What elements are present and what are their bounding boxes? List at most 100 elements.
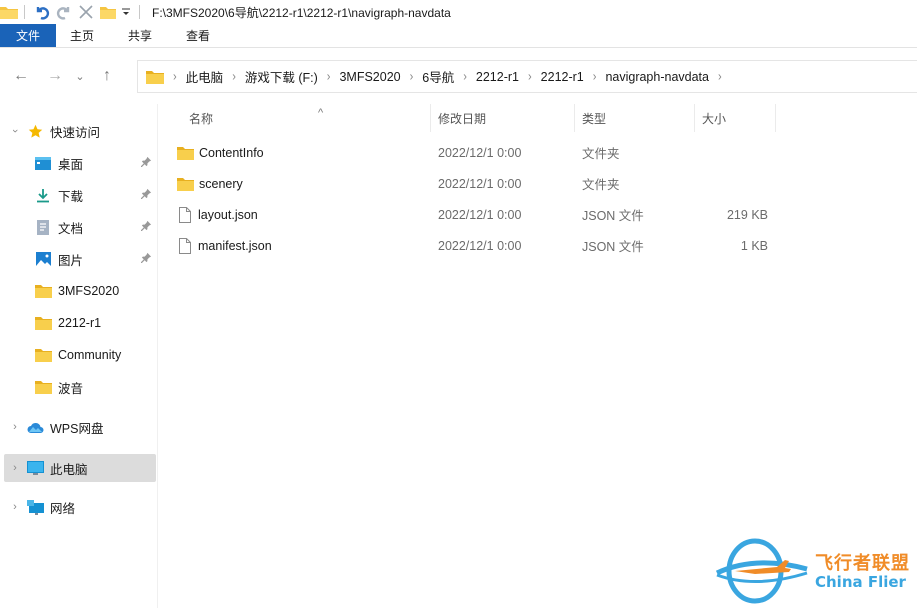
sidebar-item-documents[interactable]: 文档 [4,213,156,241]
ribbon-tabs: 文件 主页 共享 查看 [0,24,917,48]
sidebar-item-desktop[interactable]: 桌面 [4,149,156,177]
file-name[interactable]: ContentInfo [177,137,427,168]
breadcrumb-2212-r1[interactable]: 2212-r1 [472,70,523,84]
tab-share[interactable]: 共享 [111,24,169,47]
column-header-name[interactable]: 名称 ^ [175,104,431,132]
watermark-en-text: China Flier [815,573,906,591]
download-icon [34,187,52,203]
network-icon [26,499,44,515]
sidebar-item-community[interactable]: Community [4,341,156,369]
breadcrumb-navigraph-navdata[interactable]: navigraph-navdata [601,70,713,84]
recent-locations-button[interactable]: ⌄ [70,61,90,91]
column-divider[interactable] [775,104,776,132]
separator [24,5,25,19]
file-modified: 2022/12/1 0:00 [438,176,522,191]
delete-icon[interactable] [75,2,97,22]
breadcrumb-drive-f[interactable]: 游戏下载 (F:) [241,67,322,86]
column-header-size[interactable]: 大小 [695,104,776,132]
breadcrumb-3mfs2020[interactable]: 3MFS2020 [335,70,404,84]
tab-home[interactable]: 主页 [56,24,111,47]
folder-icon [34,315,52,331]
file-name[interactable]: manifest.json [179,230,427,261]
file-modified: 2022/12/1 0:00 [438,238,522,253]
sidebar-item-pictures[interactable]: 图片 [4,245,156,273]
pin-icon[interactable] [141,156,152,170]
file-name[interactable]: scenery [177,168,427,199]
breadcrumb-separator[interactable]: › [458,69,472,83]
back-button[interactable]: ← [6,61,36,91]
up-button[interactable]: ↑ [92,61,122,91]
breadcrumb-separator[interactable]: › [588,69,602,83]
folder-icon [146,69,164,84]
pin-icon[interactable] [141,188,152,202]
chevron-right-icon[interactable]: › [4,421,26,433]
chevron-down-icon[interactable]: › [9,120,21,142]
navigation-pane: › 快速访问 桌面 下载 文档 图片 3MFS2020 2212-r1 Comm… [0,104,158,608]
breadcrumb-this-pc[interactable]: 此电脑 [182,67,228,86]
file-modified: 2022/12/1 0:00 [438,207,522,222]
customize-dropdown-icon[interactable] [119,2,133,22]
column-header-type[interactable]: 类型 [575,104,695,132]
column-header-modified[interactable]: 修改日期 [431,104,575,132]
file-icon [179,206,191,223]
address-bar[interactable]: › 此电脑 › 游戏下载 (F:) › 3MFS2020 › 6导航 › 221… [137,60,917,93]
chevron-down-icon: ⌄ [75,70,85,83]
redo-icon[interactable] [53,2,75,22]
chevron-right-icon[interactable]: › [4,501,26,513]
navigation-bar: ← → ⌄ ↑ › 此电脑 › 游戏下载 (F:) › 3MFS2020 › 6… [0,56,917,96]
breadcrumb-separator[interactable]: › [322,69,336,83]
file-list: 名称 ^ 修改日期 类型 大小 ContentInfo 2022/12/1 0:… [159,96,917,608]
table-row[interactable]: manifest.json 2022/12/1 0:00 JSON 文件 1 K… [159,230,917,261]
arrow-right-icon: → [47,67,63,84]
sidebar-item-label: 2212-r1 [58,316,102,330]
file-name[interactable]: layout.json [179,199,427,230]
documents-icon [34,219,52,235]
sidebar-item-network[interactable]: › 网络 [4,493,156,521]
file-type: 文件夹 [582,147,620,161]
sidebar-item-3mfs2020[interactable]: 3MFS2020 [4,277,156,305]
file-size [695,137,768,168]
file-size: 1 KB [740,238,768,253]
new-folder-icon[interactable] [97,2,119,22]
separator [139,5,140,19]
breadcrumb-separator[interactable]: › [405,69,419,83]
breadcrumb-2212-r1-inner[interactable]: 2212-r1 [537,70,588,84]
tab-view[interactable]: 查看 [169,24,227,47]
file-size [695,168,768,199]
cloud-icon [26,419,44,435]
forward-button[interactable]: → [40,61,70,91]
pin-icon[interactable] [141,252,152,266]
file-type: JSON 文件 [582,240,644,254]
sidebar-item-boeing[interactable]: 波音 [4,373,156,401]
sidebar-item-label: WPS网盘 [50,421,104,436]
file-size: 219 KB [726,207,768,222]
sidebar-item-this-pc[interactable]: › 此电脑 [4,454,156,482]
sidebar-item-label: 此电脑 [50,462,88,477]
sidebar-item-label: Community [58,348,122,362]
sort-ascending-icon: ^ [318,107,324,119]
chevron-right-icon[interactable]: › [4,462,26,474]
star-icon [26,123,44,139]
tab-file[interactable]: 文件 [0,24,56,47]
sidebar-item-2212-r1[interactable]: 2212-r1 [4,309,156,337]
sidebar-item-label: 3MFS2020 [58,284,120,298]
sidebar-item-wps-cloud[interactable]: › WPS网盘 [4,413,156,441]
file-type: JSON 文件 [582,209,644,223]
breadcrumb-separator[interactable]: › [523,69,537,83]
folder-icon [177,146,194,160]
sidebar-item-label: 网络 [50,501,76,516]
sidebar-item-quick-access[interactable]: › 快速访问 [4,117,156,145]
sidebar-item-label: 下载 [58,189,84,204]
table-row[interactable]: layout.json 2022/12/1 0:00 JSON 文件 219 K… [159,199,917,230]
breadcrumb-separator[interactable]: › [227,69,241,83]
computer-icon [26,460,44,476]
breadcrumb-6nav[interactable]: 6导航 [418,67,458,86]
sidebar-item-downloads[interactable]: 下载 [4,181,156,209]
title-bar: F:\3MFS2020\6导航\2212-r1\2212-r1\navigrap… [0,0,917,24]
arrow-left-icon: ← [13,67,29,84]
undo-icon[interactable] [31,2,53,22]
pin-icon[interactable] [141,220,152,234]
table-row[interactable]: scenery 2022/12/1 0:00 文件夹 [159,168,917,199]
breadcrumb-separator[interactable]: › [713,69,727,83]
table-row[interactable]: ContentInfo 2022/12/1 0:00 文件夹 [159,137,917,168]
